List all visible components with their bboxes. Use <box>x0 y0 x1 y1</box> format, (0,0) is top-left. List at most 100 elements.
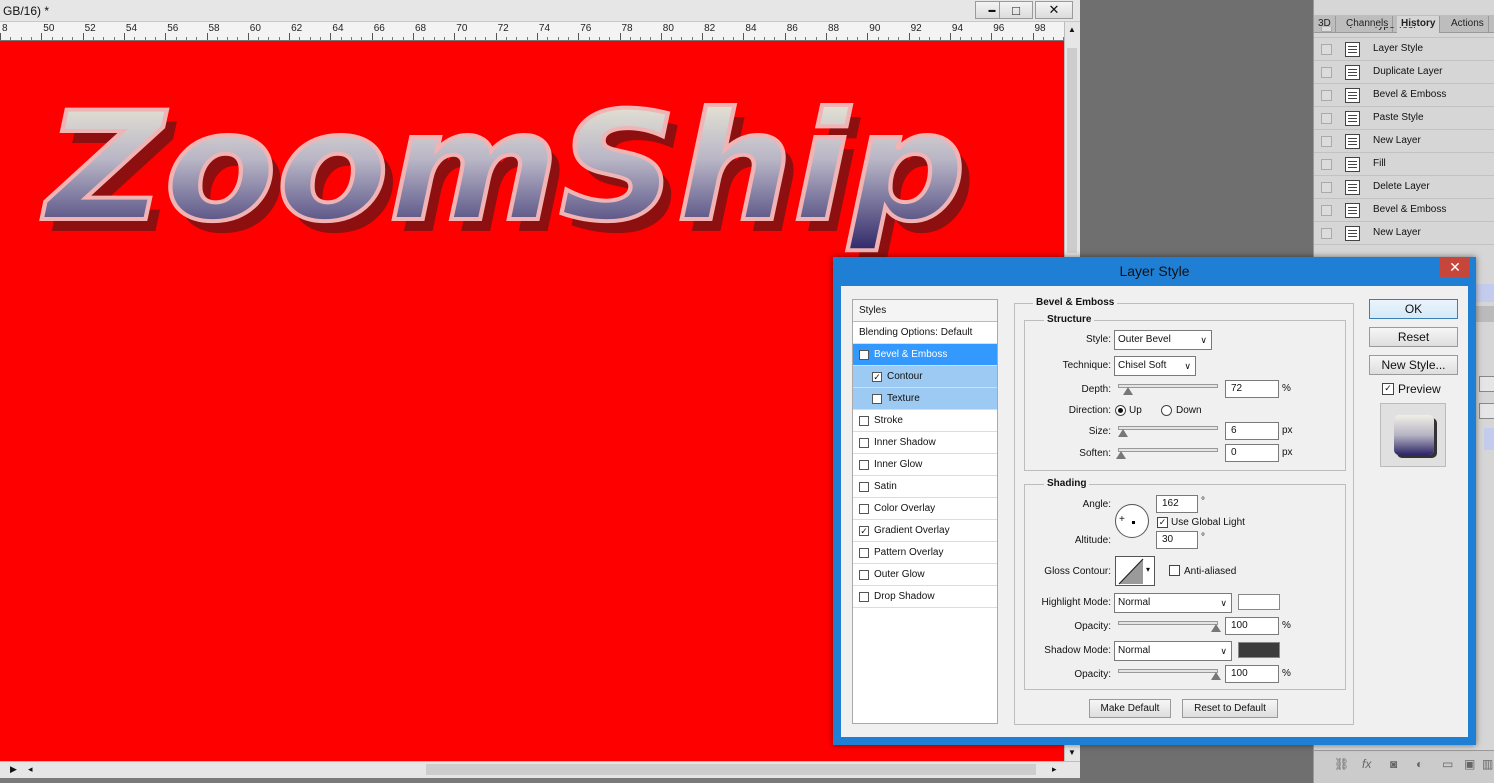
link-icon[interactable]: ⛓ <box>1334 757 1349 771</box>
history-snapshot-checkbox[interactable] <box>1321 44 1332 55</box>
history-snapshot-checkbox[interactable] <box>1321 205 1332 216</box>
direction-down-label[interactable]: Down <box>1176 405 1202 416</box>
history-snapshot-checkbox[interactable] <box>1321 228 1332 239</box>
history-snapshot-checkbox[interactable] <box>1321 159 1332 170</box>
bevel-style-select[interactable]: Outer Bevel <box>1114 330 1212 350</box>
history-item[interactable]: Bevel & Emboss <box>1314 84 1494 107</box>
history-snapshot-checkbox[interactable] <box>1321 136 1332 147</box>
ok-button[interactable]: OK <box>1369 299 1458 319</box>
use-global-light-checkbox[interactable]: ✓ <box>1157 517 1168 528</box>
style-checkbox[interactable] <box>859 460 869 470</box>
history-item[interactable]: Duplicate Layer <box>1314 61 1494 84</box>
style-item[interactable]: Blending Options: Default <box>853 322 997 344</box>
highlight-opacity-thumb[interactable] <box>1211 624 1221 632</box>
soften-slider-track[interactable] <box>1118 448 1218 452</box>
style-item[interactable]: Pattern Overlay <box>853 542 997 564</box>
scroll-left-arrow-icon[interactable]: ◂ <box>28 764 33 775</box>
history-snapshot-checkbox[interactable] <box>1321 27 1332 32</box>
style-item[interactable]: ✓ Bevel & Emboss <box>853 344 997 366</box>
style-checkbox[interactable] <box>859 570 869 580</box>
style-item[interactable]: Inner Shadow <box>853 432 997 454</box>
style-checkbox[interactable] <box>859 592 869 602</box>
shadow-mode-select[interactable]: Normal <box>1114 641 1232 661</box>
scroll-left-arrow-icon[interactable]: ▶ <box>10 764 17 775</box>
scroll-right-arrow-icon[interactable]: ▸ <box>1052 764 1057 775</box>
history-snapshot-checkbox[interactable] <box>1321 182 1332 193</box>
scroll-up-arrow-icon[interactable]: ▲ <box>1068 25 1076 34</box>
preview-checkbox[interactable]: ✓ <box>1382 383 1394 395</box>
history-item[interactable]: New Layer <box>1314 130 1494 153</box>
close-window-button[interactable]: ✕ <box>1035 1 1073 19</box>
fill-field[interactable] <box>1479 403 1494 419</box>
fx-icon[interactable]: fx <box>1362 757 1371 771</box>
style-checkbox[interactable] <box>859 438 869 448</box>
dialog-close-button[interactable]: ✕ <box>1440 258 1470 278</box>
highlight-opacity-track[interactable] <box>1118 621 1218 625</box>
soften-input[interactable]: 0 <box>1225 444 1279 462</box>
reset-button[interactable]: Reset <box>1369 327 1458 347</box>
opacity-field[interactable] <box>1479 376 1494 392</box>
style-item[interactable]: Outer Glow <box>853 564 997 586</box>
style-checkbox[interactable]: ✓ <box>859 350 869 360</box>
scroll-down-arrow-icon[interactable]: ▼ <box>1068 748 1076 757</box>
style-checkbox[interactable]: ✓ <box>859 526 869 536</box>
new-style-button[interactable]: New Style... <box>1369 355 1458 375</box>
history-item[interactable]: New Layer <box>1314 222 1494 245</box>
style-checkbox[interactable] <box>859 548 869 558</box>
folder-icon[interactable]: ▭ <box>1442 757 1453 771</box>
style-checkbox[interactable] <box>859 416 869 426</box>
direction-up-radio[interactable] <box>1115 405 1126 416</box>
use-global-light-label[interactable]: Use Global Light <box>1171 517 1245 528</box>
history-snapshot-checkbox[interactable] <box>1321 90 1332 101</box>
adjustment-icon[interactable]: ◐ <box>1416 757 1423 771</box>
style-item[interactable]: Drop Shadow <box>853 586 997 608</box>
new-layer-icon[interactable]: ▣ <box>1464 757 1475 771</box>
style-item[interactable]: Stroke <box>853 410 997 432</box>
anti-aliased-checkbox[interactable] <box>1169 565 1180 576</box>
shadow-opacity-track[interactable] <box>1118 669 1218 673</box>
history-item[interactable]: Bevel & Emboss <box>1314 199 1494 222</box>
angle-dial[interactable]: + <box>1115 504 1149 538</box>
make-default-button[interactable]: Make Default <box>1089 699 1171 718</box>
altitude-input[interactable]: 30 <box>1156 531 1198 549</box>
size-slider-thumb[interactable] <box>1118 429 1129 437</box>
horizontal-scroll-thumb[interactable] <box>426 764 1036 775</box>
technique-select[interactable]: Chisel Soft <box>1114 356 1196 376</box>
style-checkbox[interactable] <box>872 394 882 404</box>
shadow-opacity-thumb[interactable] <box>1211 672 1221 680</box>
shadow-color-swatch[interactable] <box>1238 642 1280 658</box>
highlight-mode-select[interactable]: Normal <box>1114 593 1232 613</box>
gloss-contour-picker[interactable]: ▾ <box>1115 556 1155 586</box>
style-item[interactable]: Inner Glow <box>853 454 997 476</box>
style-checkbox[interactable] <box>859 504 869 514</box>
history-item[interactable]: Layer Style <box>1314 38 1494 61</box>
style-checkbox[interactable]: ✓ <box>872 372 882 382</box>
vertical-scroll-thumb[interactable] <box>1067 48 1077 253</box>
history-item[interactable]: I Type Tool <box>1314 27 1494 38</box>
anti-aliased-label[interactable]: Anti-aliased <box>1184 566 1236 577</box>
soften-slider-thumb[interactable] <box>1116 451 1126 459</box>
depth-slider-thumb[interactable] <box>1123 387 1134 395</box>
history-item[interactable]: Fill <box>1314 153 1494 176</box>
direction-down-radio[interactable] <box>1161 405 1172 416</box>
style-item[interactable]: Color Overlay <box>853 498 997 520</box>
size-slider-track[interactable] <box>1118 426 1218 430</box>
preview-label[interactable]: Preview <box>1398 382 1441 396</box>
history-item[interactable]: Paste Style <box>1314 107 1494 130</box>
history-snapshot-checkbox[interactable] <box>1321 113 1332 124</box>
maximize-button[interactable]: □ <box>999 1 1033 19</box>
style-item[interactable]: Satin <box>853 476 997 498</box>
history-snapshot-checkbox[interactable] <box>1321 67 1332 78</box>
depth-input[interactable]: 72 <box>1225 380 1279 398</box>
highlight-opacity-input[interactable]: 100 <box>1225 617 1279 635</box>
panel-menu-icon[interactable] <box>1476 306 1494 322</box>
history-item[interactable]: Delete Layer <box>1314 176 1494 199</box>
styles-header[interactable]: Styles <box>853 300 997 322</box>
trash-icon[interactable]: ▥ <box>1482 757 1493 771</box>
style-checkbox[interactable] <box>859 482 869 492</box>
style-item[interactable]: ✓ Contour <box>853 366 997 388</box>
shadow-opacity-input[interactable]: 100 <box>1225 665 1279 683</box>
style-item[interactable]: Texture <box>853 388 997 410</box>
style-item[interactable]: ✓ Gradient Overlay <box>853 520 997 542</box>
mask-icon[interactable]: ◙ <box>1390 757 1397 771</box>
